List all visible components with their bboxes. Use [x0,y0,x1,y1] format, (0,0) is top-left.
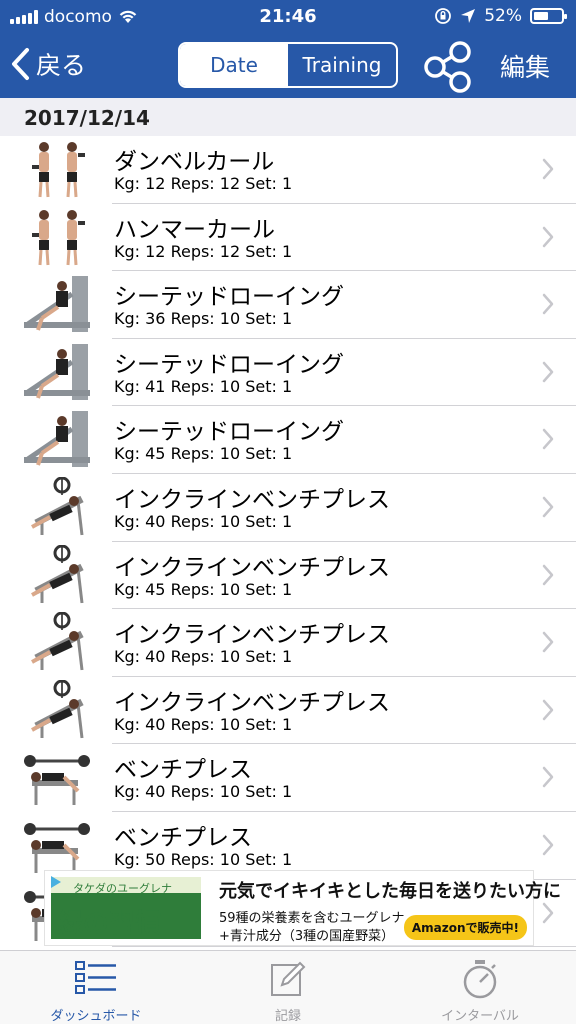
exercise-row[interactable]: シーテッドローイング Kg: 45 Reps: 10 Set: 1 [0,406,576,474]
chevron-right-icon [542,767,554,788]
exercise-detail: Kg: 40 Reps: 10 Set: 1 [114,647,293,667]
exercise-row[interactable]: インクラインベンチプレス Kg: 40 Reps: 10 Set: 1 [0,473,576,542]
exercise-name: ベンチプレス [114,824,252,851]
back-label: 戻る [36,51,87,80]
status-right: 52% [434,6,567,26]
chevron-right-icon [542,361,554,383]
exercise-detail: Kg: 45 Reps: 10 Set: 1 [114,579,293,599]
nav-bar: 戻る Date Training 編集 [0,38,576,94]
exercise-name: インクラインベンチプレス [114,486,390,513]
exercise-detail: Kg: 45 Reps: 10 Set: 1 [114,444,293,464]
tab-record-label: 記録 [274,1009,301,1024]
exercise-row[interactable]: ベンチプレス Kg: 40 Reps: 10 Set: 1 [0,744,576,812]
app-header: docomo 21:46 52% 戻る Date Training 編集 [0,0,576,98]
ad-brand-main: 緑の習慣 [57,909,162,939]
segment-date[interactable]: Date [180,44,288,86]
edit-note-icon [271,961,306,996]
exercise-thumbnail [22,815,92,877]
exercise-row[interactable]: シーテッドローイング Kg: 36 Reps: 10 Set: 1 [0,271,576,339]
chevron-right-icon [542,699,554,720]
dashboard-icon [75,961,116,994]
segment-training[interactable]: Training [288,44,396,86]
exercise-thumbnail [22,274,92,336]
view-segmented-control: Date Training [178,42,398,88]
battery-fill [534,12,548,20]
exercise-name: シーテッドローイング [114,284,344,311]
exercise-thumbnail [22,207,92,269]
exercise-thumbnail [22,679,92,742]
exercise-thumbnail [22,476,92,539]
chevron-right-icon [542,834,554,856]
exercise-detail: Kg: 41 Reps: 10 Set: 1 [114,376,293,396]
chevron-right-icon [542,293,554,315]
exercise-detail: Kg: 36 Reps: 10 Set: 1 [114,309,293,329]
battery-percent: 52% [484,6,522,26]
tab-dashboard-label: ダッシュボード [50,1009,142,1024]
ad-subtext-1: 59種の栄養素を含むユーグレナ [219,911,405,926]
exercise-name: インクラインベンチプレス [114,622,390,649]
ad-headline: 元気でイキイキとした毎日を送りたい方に [219,881,561,902]
ad-subtext-2: +青汁成分（3種の国産野菜） [219,929,395,944]
chevron-left-icon [12,48,29,80]
exercise-name: シーテッドローイング [114,419,344,446]
exercise-name: シーテッドローイング [114,351,344,378]
exercise-detail: Kg: 40 Reps: 10 Set: 1 [114,782,293,802]
stopwatch-icon [463,960,497,999]
tab-dashboard[interactable]: ダッシュボード [0,955,192,1024]
exercise-detail: Kg: 12 Reps: 12 Set: 1 [114,174,293,193]
exercise-row[interactable]: ハンマーカール Kg: 12 Reps: 12 Set: 1 [0,203,576,272]
exercise-row[interactable]: シーテッドローイング Kg: 41 Reps: 10 Set: 1 [0,338,576,407]
chevron-right-icon [542,429,554,450]
chevron-right-icon [542,496,554,518]
chevron-right-icon [542,902,554,923]
exercise-thumbnail [22,342,92,404]
tab-bar: ダッシュボード 記録 インターバル [0,950,576,1024]
exercise-name: ハンマーカール [114,216,275,243]
exercise-detail: Kg: 40 Reps: 10 Set: 1 [114,511,293,531]
battery-icon [530,8,567,24]
exercise-thumbnail [22,611,92,674]
orientation-lock-icon [435,8,452,24]
exercise-thumbnail [22,139,92,201]
status-bar: docomo 21:46 52% [0,0,576,32]
tab-record[interactable]: 記録 [192,955,384,1024]
exercise-detail: Kg: 40 Reps: 10 Set: 1 [114,714,293,734]
exercise-row[interactable]: ダンベルカール Kg: 12 Reps: 12 Set: 1 [0,136,576,204]
exercise-thumbnail [22,409,92,471]
ad-brand-top: タケダのユーグレナ [73,882,172,895]
exercise-detail: Kg: 12 Reps: 12 Set: 1 [114,241,293,261]
date-section-header: 2017/12/14 [0,98,576,136]
exercise-name: インクラインベンチプレス [114,554,390,581]
exercise-list: ダンベルカール Kg: 12 Reps: 12 Set: 1 ハンマーカール Kg: … [0,136,576,948]
ad-banner[interactable]: タケダのユーグレナ 緑の習慣 元気でイキイキとした毎日を送りたい方に 59種の栄… [44,870,561,946]
tab-interval-label: インターバル [441,1009,519,1024]
exercise-row[interactable]: インクラインベンチプレス Kg: 40 Reps: 10 Set: 1 [0,676,576,745]
exercise-thumbnail [22,747,92,809]
exercise-row[interactable]: インクラインベンチプレス Kg: 45 Reps: 10 Set: 1 [0,541,576,610]
edit-button[interactable]: 編集 [500,48,550,84]
exercise-name: ベンチプレス [114,757,252,784]
exercise-name: ダンベルカール [114,149,275,175]
tab-interval[interactable]: インターバル [384,955,576,1024]
exercise-thumbnail [22,544,92,607]
location-icon [461,9,476,23]
chevron-right-icon [542,158,554,180]
exercise-detail: Kg: 50 Reps: 10 Set: 1 [114,849,293,869]
exercise-name: インクラインベンチプレス [114,689,390,716]
chevron-right-icon [542,631,554,653]
chevron-right-icon [542,564,554,585]
adchoices-icon[interactable] [49,875,63,889]
ad-cta-button[interactable]: Amazonで販売中! [403,915,527,940]
share-icon[interactable] [420,38,476,94]
chevron-right-icon [542,226,554,247]
section-date: 2017/12/14 [24,106,150,130]
exercise-row[interactable]: インクラインベンチプレス Kg: 40 Reps: 10 Set: 1 [0,609,576,677]
back-button[interactable]: 戻る [10,46,86,82]
ad-product-image: タケダのユーグレナ 緑の習慣 [51,877,201,939]
